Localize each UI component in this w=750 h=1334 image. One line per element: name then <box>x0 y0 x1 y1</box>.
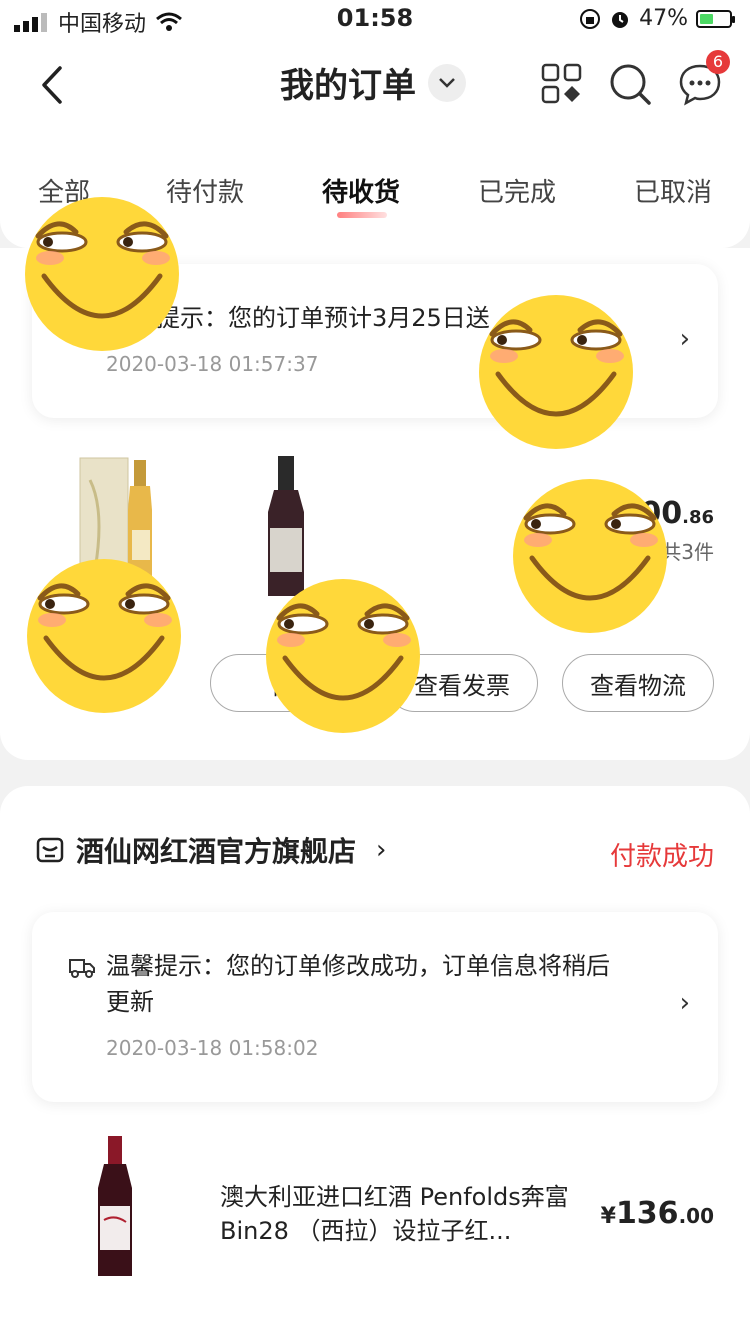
store-name: 酒仙网红酒官方旗舰店 <box>76 835 357 868</box>
tab-completed[interactable]: 已完成 <box>478 172 556 209</box>
penfolds-wine-bottle-image <box>98 1136 132 1276</box>
notice-time: 2020-03-18 01:57:37 <box>106 352 319 376</box>
notice-text: 您的订单预计3月25日送 <box>228 304 490 332</box>
message-button[interactable]: 6 <box>678 50 730 106</box>
smirk-emoji-sticker <box>24 196 180 352</box>
battery-icon <box>696 9 735 28</box>
battery-percent: 47% <box>639 6 688 31</box>
chevron-right-icon: › <box>679 324 690 354</box>
active-tab-indicator <box>337 212 387 218</box>
message-badge: 6 <box>706 50 730 74</box>
smirk-emoji-sticker <box>478 294 634 450</box>
tab-pending-receipt[interactable]: 待收货 <box>322 172 400 209</box>
store-link[interactable]: 酒仙网红酒官方旗舰店 › <box>36 830 386 870</box>
smirk-emoji-sticker <box>512 478 668 634</box>
tab-cancelled[interactable]: 已取消 <box>634 172 712 209</box>
delivery-truck-icon <box>69 959 95 978</box>
store-icon <box>36 837 64 863</box>
notice-time: 2020-03-18 01:58:02 <box>106 1036 319 1060</box>
product-image[interactable] <box>70 1130 190 1280</box>
item-count: 共3件 <box>661 540 714 564</box>
notice-line-1: 温馨提示：您的订单修改成功，订单信息将稍后 <box>106 952 610 980</box>
apps-grid-icon[interactable] <box>540 62 584 106</box>
smirk-emoji-sticker <box>26 558 182 714</box>
chevron-down-icon <box>428 63 466 102</box>
back-arrow-icon[interactable] <box>34 62 74 108</box>
smirk-emoji-sticker <box>265 578 421 734</box>
chevron-right-icon: › <box>679 988 690 1018</box>
product-name[interactable]: 澳大利亚进口红酒 Penfolds奔富Bin28 （西拉）设拉子红... <box>220 1180 580 1248</box>
orientation-lock-icon <box>580 8 601 29</box>
product-price: ¥136.00 <box>600 1196 714 1231</box>
status-badge: 付款成功 <box>609 842 714 872</box>
chevron-right-icon: › <box>376 835 387 865</box>
notice-line-2: 更新 <box>106 988 154 1016</box>
status-bar: 中国移动 01:58 47% <box>0 0 750 40</box>
view-logistics-button[interactable]: 查看物流 <box>562 654 714 712</box>
order-filter-dropdown[interactable]: 我的订单 <box>280 58 466 107</box>
order-notice[interactable]: 温馨提示：您的订单修改成功，订单信息将稍后 更新 2020-03-18 01:5… <box>32 912 718 1102</box>
search-icon[interactable] <box>608 62 652 106</box>
nav-bar: 我的订单 6 <box>0 40 750 130</box>
alarm-icon <box>612 11 629 28</box>
page-title: 我的订单 <box>280 66 416 106</box>
